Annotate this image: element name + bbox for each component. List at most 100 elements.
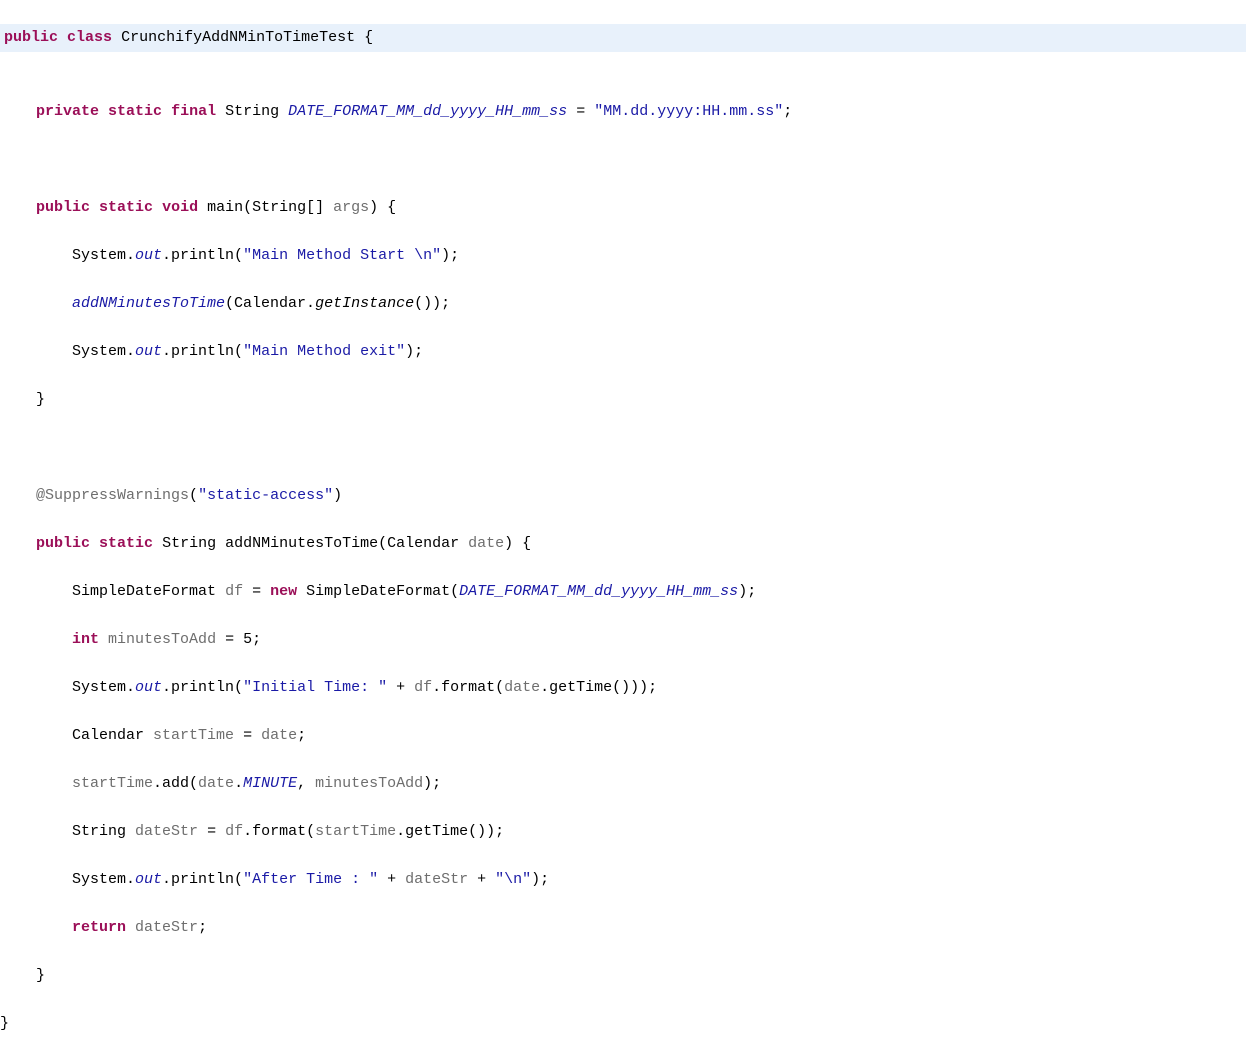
var-minutesToAdd: minutesToAdd xyxy=(108,631,216,648)
system: System. xyxy=(72,871,135,888)
string-literal: "MM.dd.yyyy:HH.mm.ss" xyxy=(594,103,783,120)
rest: .format( xyxy=(243,823,315,840)
var-startTime: startTime xyxy=(315,823,396,840)
var-dateStr: dateStr xyxy=(405,871,468,888)
eq: = xyxy=(234,727,261,744)
var-date: date xyxy=(504,679,540,696)
eq: = xyxy=(243,583,270,600)
keyword-int: int xyxy=(72,631,99,648)
method-declaration-line: public static String addNMinutesToTime(C… xyxy=(0,532,1246,556)
ctor: SimpleDateFormat( xyxy=(297,583,459,600)
brace-close: } xyxy=(36,967,45,984)
call-line: startTime.add(date.MINUTE, minutesToAdd)… xyxy=(0,772,1246,796)
close: ); xyxy=(441,247,459,264)
keyword-final: final xyxy=(171,103,216,120)
params-open: (Calendar xyxy=(378,535,468,552)
println: .println( xyxy=(162,343,243,360)
var-dateStr: dateStr xyxy=(135,919,198,936)
keyword-static: static xyxy=(99,535,153,552)
return-line: return dateStr; xyxy=(0,916,1246,940)
string-literal: "Main Method Start \n" xyxy=(243,247,441,264)
system: System. xyxy=(72,247,135,264)
class-declaration-line: public class CrunchifyAddNMinToTimeTest … xyxy=(0,24,1246,52)
var-decl-line: int minutesToAdd = 5; xyxy=(0,628,1246,652)
system: System. xyxy=(72,679,135,696)
comma: , xyxy=(297,775,315,792)
dot: . xyxy=(234,775,243,792)
out-field: out xyxy=(135,247,162,264)
out-field: out xyxy=(135,679,162,696)
add: .add( xyxy=(153,775,198,792)
println: .println( xyxy=(162,247,243,264)
semi: ; xyxy=(198,919,207,936)
open: (Calendar. xyxy=(225,295,315,312)
close: ); xyxy=(738,583,756,600)
eq: = xyxy=(198,823,225,840)
class-name: CrunchifyAddNMinToTimeTest xyxy=(121,29,355,46)
var-minutesToAdd: minutesToAdd xyxy=(315,775,423,792)
println-line: System.out.println("Main Method Start \n… xyxy=(0,244,1246,268)
keyword-private: private xyxy=(36,103,99,120)
println: .println( xyxy=(162,871,243,888)
keyword-static: static xyxy=(99,199,153,216)
main-method-line: public static void main(String[] args) { xyxy=(0,196,1246,220)
keyword-return: return xyxy=(72,919,126,936)
annotation: @SuppressWarnings xyxy=(36,487,189,504)
field-name: DATE_FORMAT_MM_dd_yyyy_HH_mm_ss xyxy=(288,103,567,120)
rest2: .getTime()); xyxy=(396,823,504,840)
string-literal: "static-access" xyxy=(198,487,333,504)
params-close: ) { xyxy=(369,199,396,216)
method-name: addNMinutesToTime xyxy=(225,535,378,552)
var-df: df xyxy=(414,679,432,696)
brace-close-line: } xyxy=(0,964,1246,988)
keyword-new: new xyxy=(270,583,297,600)
close: ); xyxy=(423,775,441,792)
rest2: .getTime())); xyxy=(540,679,657,696)
const-minute: MINUTE xyxy=(243,775,297,792)
brace-close: } xyxy=(36,391,45,408)
string-literal: "\n" xyxy=(495,871,531,888)
var-startTime: startTime xyxy=(153,727,234,744)
code-block: public class CrunchifyAddNMinToTimeTest … xyxy=(0,0,1246,1060)
string-literal: "After Time : " xyxy=(243,871,378,888)
var-df: df xyxy=(225,823,243,840)
var-startTime: startTime xyxy=(72,775,153,792)
var-decl-line: SimpleDateFormat df = new SimpleDateForm… xyxy=(0,580,1246,604)
equals: = xyxy=(576,103,585,120)
blank-line xyxy=(0,52,1246,76)
out-field: out xyxy=(135,871,162,888)
blank-line xyxy=(0,148,1246,172)
keyword-public: public xyxy=(36,535,90,552)
type-string: String xyxy=(162,535,216,552)
string-literal: "Initial Time: " xyxy=(243,679,387,696)
plus: + xyxy=(378,871,405,888)
getinstance: getInstance xyxy=(315,295,414,312)
brace-open: { xyxy=(364,29,373,46)
plus: + xyxy=(387,679,414,696)
out-field: out xyxy=(135,343,162,360)
call-line: addNMinutesToTime(Calendar.getInstance()… xyxy=(0,292,1246,316)
var-decl-line: Calendar startTime = date; xyxy=(0,724,1246,748)
println-line: System.out.println("After Time : " + dat… xyxy=(0,868,1246,892)
string-literal: "Main Method exit" xyxy=(243,343,405,360)
var-date: date xyxy=(261,727,297,744)
semicolon: ; xyxy=(783,103,792,120)
keyword-class: class xyxy=(67,29,112,46)
type: String xyxy=(72,823,126,840)
brace-close-line: } xyxy=(0,1012,1246,1036)
field-declaration-line: private static final String DATE_FORMAT_… xyxy=(0,100,1246,124)
var-df: df xyxy=(225,583,243,600)
plus: + xyxy=(468,871,495,888)
var-dateStr: dateStr xyxy=(135,823,198,840)
var-decl-line: String dateStr = df.format(startTime.get… xyxy=(0,820,1246,844)
rest: = 5; xyxy=(216,631,261,648)
println-line: System.out.println("Main Method exit"); xyxy=(0,340,1246,364)
rest: .format( xyxy=(432,679,504,696)
params-close: ) { xyxy=(504,535,531,552)
param-args: args xyxy=(333,199,369,216)
method-main: main xyxy=(207,199,243,216)
type: Calendar xyxy=(72,727,144,744)
system: System. xyxy=(72,343,135,360)
brace-close-line: } xyxy=(0,388,1246,412)
blank-line xyxy=(0,436,1246,460)
